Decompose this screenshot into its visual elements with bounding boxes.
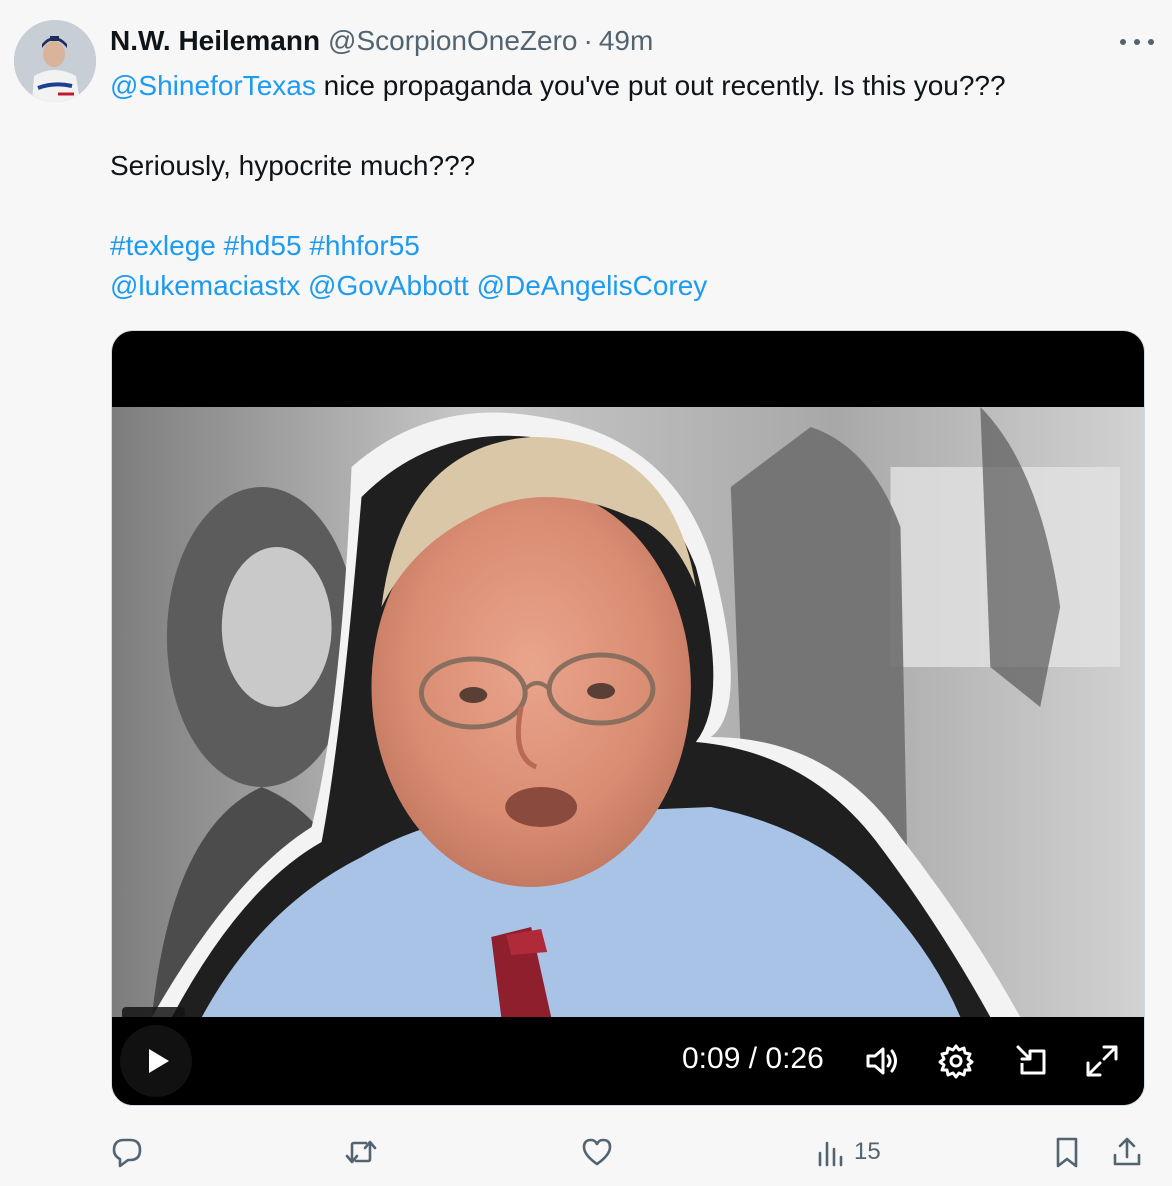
- share-upload-icon: [1113, 1137, 1141, 1166]
- play-icon: [149, 1049, 169, 1073]
- settings-gear-icon[interactable]: [936, 1041, 976, 1081]
- more-horizontal-icon[interactable]: [1120, 32, 1154, 52]
- tweet-text: @ShineforTexas nice propaganda you've pu…: [110, 66, 1150, 306]
- mention-link[interactable]: @lukemaciastx: [110, 270, 300, 301]
- retweet-button[interactable]: [344, 1128, 378, 1176]
- tweet-text-segment: nice propaganda you've put out recently.…: [315, 70, 1006, 101]
- play-button[interactable]: [120, 1025, 192, 1097]
- current-time: 0:09: [682, 1042, 741, 1075]
- hashtag-link[interactable]: #hd55: [224, 230, 302, 261]
- video-controls: 0:09 / 0:26: [112, 1017, 1144, 1105]
- share-button[interactable]: [1110, 1128, 1144, 1176]
- video-still-image: [112, 407, 1144, 1017]
- hashtag-line: #texlege #hd55 #hhfor55: [110, 226, 1150, 266]
- mention-link[interactable]: @GovAbbott: [308, 270, 469, 301]
- views-button[interactable]: 15: [814, 1128, 881, 1176]
- mention-line: @lukemaciastx @GovAbbott @DeAngelisCorey: [110, 266, 1150, 306]
- tweet-header: N.W. Heilemann @ScorpionOneZero · 49m: [110, 24, 653, 58]
- video-timecode: 0:09 / 0:26: [682, 1042, 824, 1076]
- views-count: 15: [854, 1138, 881, 1165]
- reply-button[interactable]: [110, 1128, 144, 1176]
- post-time[interactable]: 49m: [599, 25, 653, 57]
- heart-icon: [582, 1138, 612, 1166]
- header-separator: ·: [583, 25, 593, 56]
- play-tooltip: Play: [122, 1007, 185, 1017]
- author-handle[interactable]: @ScorpionOneZero: [328, 25, 577, 57]
- tweet: N.W. Heilemann @ScorpionOneZero · 49m @S…: [0, 0, 1172, 1186]
- fullscreen-expand-icon[interactable]: [1082, 1041, 1122, 1081]
- bookmark-icon: [1056, 1137, 1078, 1168]
- tweet-actions-bar: 15: [0, 1128, 1172, 1176]
- like-button[interactable]: [580, 1128, 614, 1176]
- author-avatar[interactable]: [14, 20, 96, 102]
- baseball-player-avatar: [14, 20, 96, 102]
- tweet-text-line-1: @ShineforTexas nice propaganda you've pu…: [110, 66, 1150, 106]
- hashtag-link[interactable]: #texlege: [110, 230, 216, 261]
- video-player[interactable]: Play 0:09 / 0:26: [111, 330, 1145, 1106]
- video-frame[interactable]: Play: [112, 407, 1144, 1017]
- hashtag-link[interactable]: #hhfor55: [309, 230, 420, 261]
- author-display-name[interactable]: N.W. Heilemann: [110, 25, 320, 57]
- mention-link[interactable]: @ShineforTexas: [110, 70, 316, 101]
- picture-in-picture-icon[interactable]: [1012, 1041, 1052, 1081]
- mention-link[interactable]: @DeAngelisCorey: [477, 270, 708, 301]
- tweet-text-line-2: Seriously, hypocrite much???: [110, 150, 476, 181]
- views-bar-chart-icon: [818, 1141, 843, 1167]
- duration: 0:26: [765, 1042, 824, 1075]
- reply-bubble-icon: [112, 1138, 142, 1168]
- bookmark-button[interactable]: [1050, 1128, 1084, 1176]
- time-separator: /: [740, 1042, 766, 1075]
- retweet-icon: [345, 1140, 377, 1164]
- volume-icon[interactable]: [862, 1041, 902, 1081]
